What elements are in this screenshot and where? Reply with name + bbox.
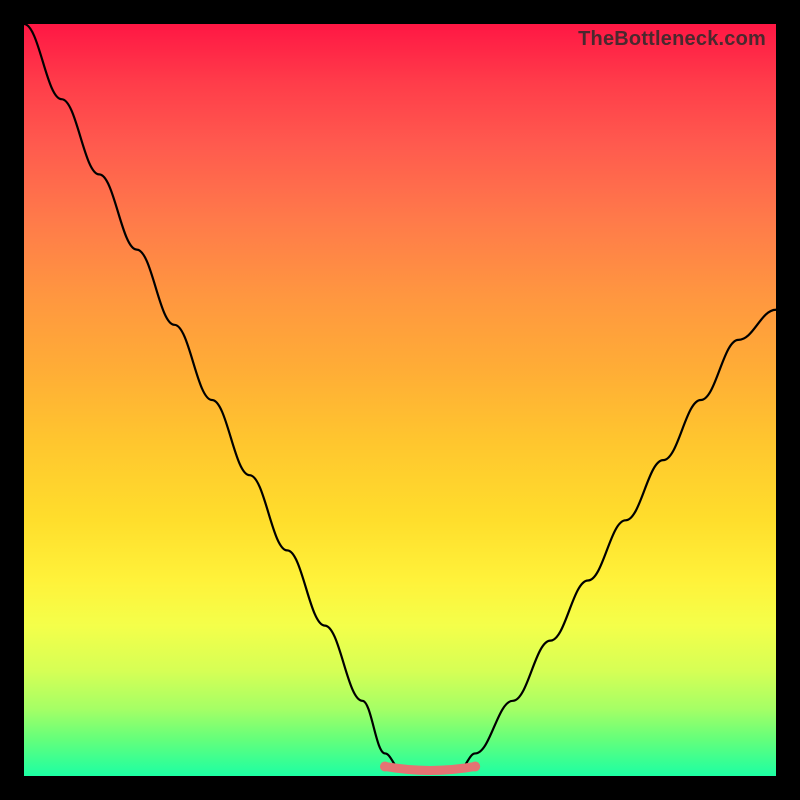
bottom-band-dot-left	[380, 761, 390, 771]
bottleneck-curve-line	[24, 24, 776, 772]
bottom-band-segment	[385, 766, 475, 770]
bottom-band-dot-right	[470, 761, 480, 771]
chart-frame: TheBottleneck.com	[24, 24, 776, 776]
plot-area: TheBottleneck.com	[24, 24, 776, 776]
bottleneck-curve-svg	[24, 24, 776, 776]
